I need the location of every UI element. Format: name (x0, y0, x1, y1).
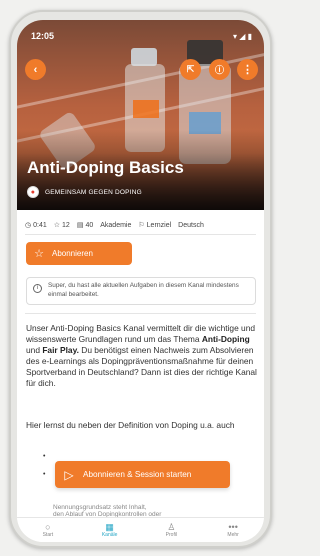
user-icon: ♙ (167, 522, 176, 532)
meta-language: Deutsch (178, 221, 204, 229)
meta-rating: ☆ 12 (53, 221, 70, 230)
org-name: GEMEINSAM GEGEN DOPING (45, 188, 142, 196)
more-button[interactable]: ⋮ (237, 59, 258, 80)
star-icon: ☆ (53, 222, 61, 229)
subscribe-button[interactable]: ☆ Abonnieren (26, 242, 132, 265)
info-button[interactable]: ⓘ (209, 59, 230, 80)
subscribe-start-session-button[interactable]: ▷ Abonnieren & Session starten (55, 461, 230, 488)
share-button[interactable]: ⇱ (180, 59, 201, 80)
more-vertical-icon: ⋮ (242, 64, 253, 76)
circle-icon: ○ (45, 522, 51, 532)
divider (25, 234, 256, 235)
meta-goal: ⚐ Lernziel (138, 221, 172, 230)
grid-icon: ▦ (105, 522, 114, 532)
course-organization[interactable]: ● GEMEINSAM GEGEN DOPING (27, 186, 142, 198)
course-hero-image (17, 20, 264, 210)
info-icon: ⓘ (214, 65, 224, 75)
subscribe-label: Abonnieren (52, 249, 93, 258)
course-description-2: Hier lernst du neben der Definition von … (26, 420, 235, 430)
tab-kanaele[interactable]: ▦ Kanäle (79, 518, 141, 542)
course-description: Unser Anti-Doping Basics Kanal vermittel… (26, 323, 257, 388)
clock-icon: ◷ (25, 222, 32, 229)
bullet-list: • • (43, 453, 46, 478)
play-icon: ▷ (64, 467, 74, 482)
tab-profil[interactable]: ♙ Profil (141, 518, 203, 542)
back-button[interactable]: ‹ (25, 59, 46, 80)
document-icon: ▤ (76, 222, 84, 229)
divider (25, 313, 256, 314)
course-meta-row: ◷ 0:41 ☆ 12 ▤ 40 Akademie ⚐ Lernziel Deutsch (25, 221, 204, 230)
info-notice: i Super, du hast alle aktuellen Aufgaben… (26, 277, 256, 305)
flag-icon: ⚐ (138, 222, 145, 229)
more-icon: ••• (228, 522, 238, 532)
tab-mehr[interactable]: ••• Mehr (202, 518, 264, 542)
bottom-tab-bar: ○ Start ▦ Kanäle ♙ Profil ••• Mehr (17, 517, 264, 542)
org-logo-icon: ● (27, 186, 39, 198)
status-indicators: ▾ ◢ ▮ (232, 32, 252, 41)
info-icon: i (33, 284, 42, 293)
meta-tasks: ▤ 40 (76, 221, 94, 230)
info-notice-text: Super, du hast alle aktuellen Aufgaben i… (48, 282, 239, 298)
meta-category: Akademie (100, 221, 132, 229)
status-time: 12:05 (31, 31, 55, 41)
description-faded: Nennungsgrundsatz steht Inhalt, den Abla… (53, 504, 162, 518)
share-icon: ⇱ (186, 64, 195, 74)
meta-duration: ◷ 0:41 (25, 221, 47, 230)
start-button-label: Abonnieren & Session starten (83, 470, 192, 479)
app-screen: 12:05 ▾ ◢ ▮ ‹ ⇱ ⓘ ⋮ Anti-Doping Basics ●… (17, 20, 264, 542)
course-title: Anti-Doping Basics (27, 158, 184, 177)
star-outline-icon: ☆ (34, 248, 44, 260)
tab-start[interactable]: ○ Start (17, 518, 79, 542)
chevron-left-icon: ‹ (33, 63, 38, 76)
